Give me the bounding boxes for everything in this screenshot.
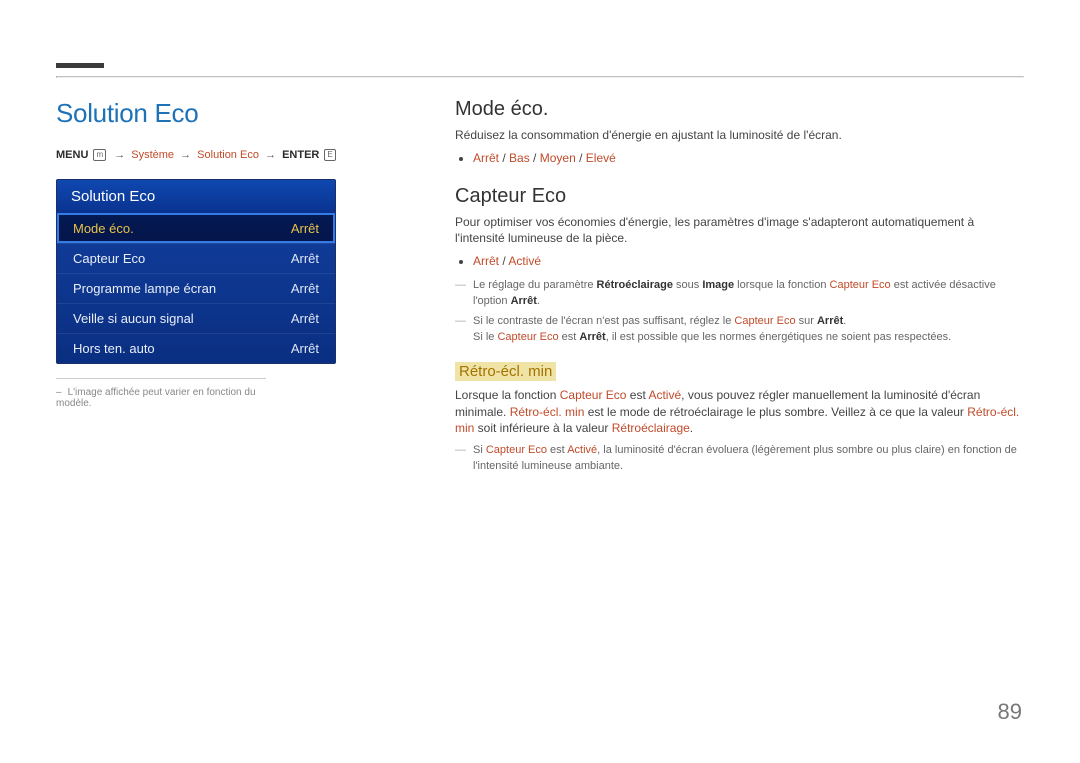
options-mode-eco: Arrêt / Bas / Moyen / Elevé: [455, 150, 1024, 167]
desc-capteur-eco: Pour optimiser vos économies d'énergie, …: [455, 214, 1024, 248]
opt: Elevé: [586, 151, 616, 165]
opt: Bas: [509, 151, 530, 165]
bc-solution: Solution Eco: [197, 149, 259, 161]
enter-label: ENTER: [282, 149, 319, 161]
menu-label: MENU: [56, 149, 88, 161]
opt: Moyen: [540, 151, 576, 165]
note-line: Si le contraste de l'écran n'est pas suf…: [473, 314, 1024, 346]
bc-system: Système: [131, 149, 174, 161]
opt: Arrêt: [473, 151, 499, 165]
desc-mode-eco: Réduisez la consommation d'énergie en aj…: [455, 127, 1024, 144]
arrow-icon: →: [114, 149, 125, 161]
osd-item-value: Arrêt: [291, 311, 319, 326]
osd-item-value: Arrêt: [291, 341, 319, 356]
osd-item-mode-eco[interactable]: Mode éco. Arrêt: [57, 213, 335, 243]
opt: Activé: [508, 254, 541, 268]
menu-icon: m: [93, 149, 106, 161]
notes-capteur-eco: Le réglage du paramètre Rétroéclairage s…: [455, 278, 1024, 346]
section-marker: [56, 63, 104, 73]
page-number: 89: [998, 699, 1022, 725]
heading-mode-eco: Mode éco.: [455, 98, 1024, 121]
page-title: Solution Eco: [56, 98, 346, 129]
osd-item-capteur-eco[interactable]: Capteur Eco Arrêt: [57, 243, 335, 273]
osd-item-value: Arrêt: [291, 221, 319, 236]
opt: Arrêt: [473, 254, 499, 268]
osd-item-value: Arrêt: [291, 251, 319, 266]
osd-menu-header: Solution Eco: [57, 180, 335, 213]
osd-item-label: Capteur Eco: [73, 251, 145, 266]
osd-item-value: Arrêt: [291, 281, 319, 296]
osd-item-programme-lampe[interactable]: Programme lampe écran Arrêt: [57, 273, 335, 303]
heading-retro-ecl-min: Rétro-écl. min: [455, 362, 556, 381]
arrow-icon: →: [265, 149, 276, 161]
arrow-icon: →: [180, 149, 191, 161]
osd-item-label: Mode éco.: [73, 221, 134, 236]
osd-menu: Solution Eco Mode éco. Arrêt Capteur Eco…: [56, 179, 336, 364]
note-line: Le réglage du paramètre Rétroéclairage s…: [473, 278, 1024, 310]
osd-item-hors-ten[interactable]: Hors ten. auto Arrêt: [57, 333, 335, 363]
footnote: L'image affichée peut varier en fonction…: [56, 378, 266, 409]
osd-item-label: Programme lampe écran: [73, 281, 216, 296]
osd-item-label: Veille si aucun signal: [73, 311, 194, 326]
osd-item-veille[interactable]: Veille si aucun signal Arrêt: [57, 303, 335, 333]
note-line: Si Capteur Eco est Activé, la luminosité…: [473, 443, 1024, 475]
desc-retro-ecl-min: Lorsque la fonction Capteur Eco est Acti…: [455, 387, 1024, 437]
notes-retro-ecl-min: Si Capteur Eco est Activé, la luminosité…: [455, 443, 1024, 475]
osd-item-label: Hors ten. auto: [73, 341, 155, 356]
heading-capteur-eco: Capteur Eco: [455, 185, 1024, 208]
options-capteur-eco: Arrêt / Activé: [455, 253, 1024, 270]
header-rule: [56, 76, 1024, 78]
enter-icon: E: [324, 149, 335, 161]
breadcrumb: MENU m → Système → Solution Eco → ENTER …: [56, 149, 346, 161]
